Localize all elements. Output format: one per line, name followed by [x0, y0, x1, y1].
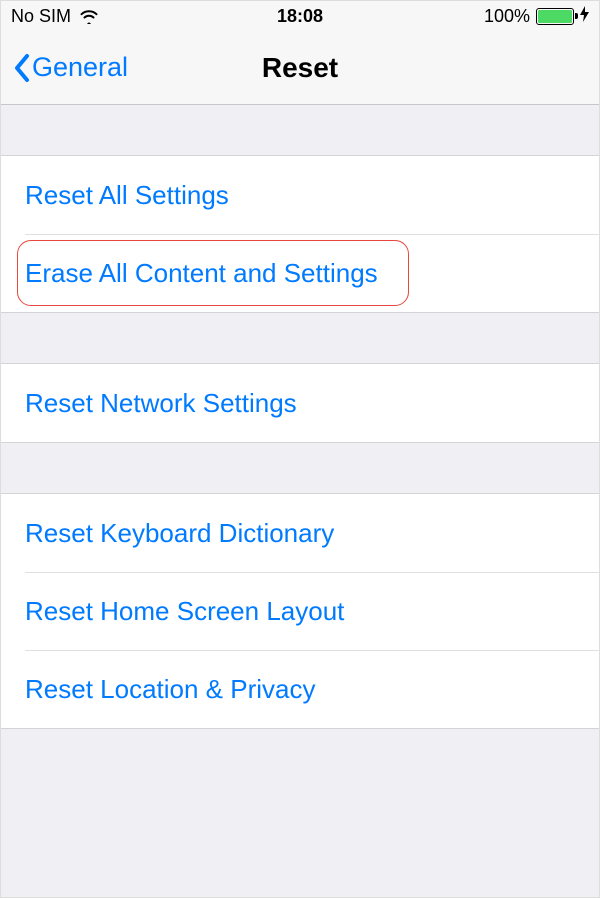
row-label: Reset Location & Privacy	[25, 674, 315, 705]
reset-group-2: Reset Network Settings	[1, 363, 599, 443]
nav-bar: General Reset	[1, 31, 599, 105]
carrier-label: No SIM	[11, 6, 71, 27]
reset-all-settings-row[interactable]: Reset All Settings	[1, 156, 599, 234]
reset-keyboard-row[interactable]: Reset Keyboard Dictionary	[1, 494, 599, 572]
clock: 18:08	[277, 6, 323, 27]
group-gap	[1, 313, 599, 363]
chevron-left-icon	[13, 53, 30, 83]
group-gap	[1, 443, 599, 493]
back-button[interactable]: General	[13, 52, 128, 83]
battery-icon	[536, 8, 574, 25]
reset-group-1: Reset All Settings Erase All Content and…	[1, 155, 599, 313]
row-label: Reset Network Settings	[25, 388, 297, 419]
status-bar: No SIM 18:08 100%	[1, 1, 599, 31]
row-label: Reset All Settings	[25, 180, 229, 211]
row-label: Reset Keyboard Dictionary	[25, 518, 334, 549]
reset-network-row[interactable]: Reset Network Settings	[1, 364, 599, 442]
wifi-icon	[79, 9, 99, 24]
row-label: Erase All Content and Settings	[25, 258, 378, 289]
group-gap	[1, 105, 599, 155]
row-label: Reset Home Screen Layout	[25, 596, 344, 627]
erase-all-content-row[interactable]: Erase All Content and Settings	[1, 234, 599, 312]
reset-location-privacy-row[interactable]: Reset Location & Privacy	[1, 650, 599, 728]
back-label: General	[32, 52, 128, 83]
battery-percent: 100%	[484, 6, 530, 27]
reset-group-3: Reset Keyboard Dictionary Reset Home Scr…	[1, 493, 599, 729]
charging-bolt-icon	[580, 6, 589, 26]
reset-home-screen-row[interactable]: Reset Home Screen Layout	[1, 572, 599, 650]
footer-space	[1, 729, 599, 897]
